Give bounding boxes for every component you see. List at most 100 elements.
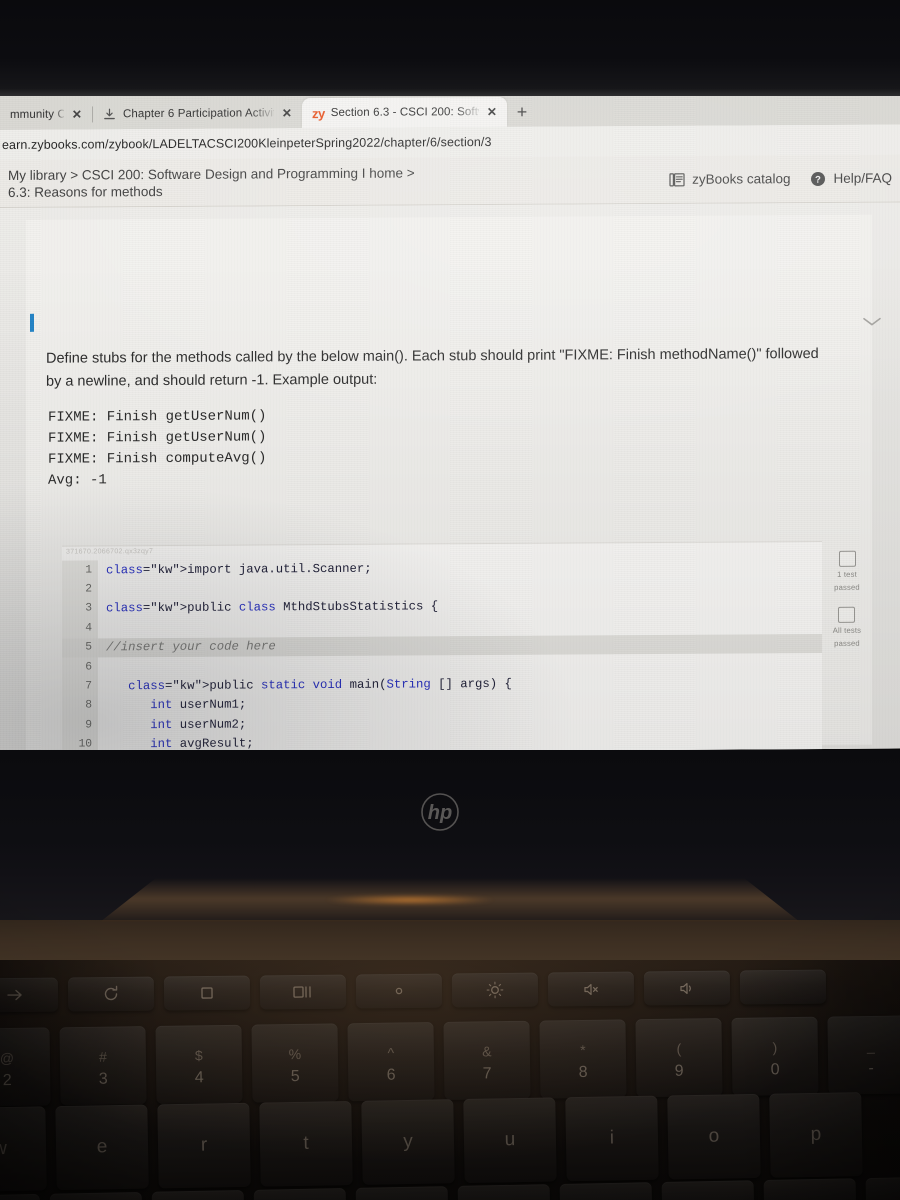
section-accent-bar [30,313,34,332]
key-2[interactable]: @2 [0,1027,51,1107]
browser-tab-1[interactable]: mmunity Col ✕ [0,99,92,130]
key-label: y [403,1130,413,1153]
key-partial[interactable] [49,1191,143,1200]
key-refresh[interactable] [67,976,155,1012]
key-label: r [200,1134,208,1156]
tab-title: mmunity Col [10,108,64,121]
key-partial[interactable] [0,1193,41,1200]
key-mute[interactable] [547,971,635,1007]
code-text: class="kw">public class MthdStubsStatist… [106,599,439,616]
key-u[interactable]: u [463,1097,557,1184]
key-label: 7 [482,1065,492,1083]
key-5[interactable]: % 5 [251,1023,339,1103]
browser-tab-2[interactable]: Chapter 6 Participation Activities ✕ [92,98,302,129]
key-6[interactable]: ^ 6 [347,1022,435,1102]
test-status-label: passed [834,582,860,592]
code-text: class="kw">public static void main(Strin… [128,676,512,694]
key-partial[interactable] [661,1180,755,1200]
key-partial[interactable] [253,1188,347,1200]
key-brightness-down[interactable] [355,973,443,1009]
key-o[interactable]: o [667,1093,761,1180]
key-partial[interactable] [355,1186,449,1200]
code-editor[interactable]: 371670.2066702.qx3zqy7 1 class="kw">impor… [62,540,822,755]
key-forward-arrow[interactable] [0,977,59,1013]
key-label: t [303,1132,309,1154]
key-y[interactable]: y [361,1099,455,1185]
volume-icon [678,980,696,995]
hinge-light-reflection [325,895,495,905]
new-tab-button[interactable]: + [507,97,537,127]
key-label: p [810,1123,822,1145]
catalog-label: zyBooks catalog [692,171,791,187]
key-3[interactable]: #3 [59,1026,147,1106]
key-window-split[interactable] [259,974,347,1010]
zybooks-catalog-link[interactable]: zyBooks catalog [669,171,790,188]
mute-icon [582,981,600,996]
test-status-item[interactable]: 1 test passed [834,550,860,593]
key-volume[interactable] [643,970,731,1006]
key-r[interactable]: r [157,1102,251,1189]
key-brightness-up[interactable] [451,972,539,1008]
chevron-down-icon[interactable] [860,315,884,329]
key-shift-label: # [98,1048,107,1065]
key-9[interactable]: (9 [635,1018,723,1098]
code-text: //insert your code here [106,639,276,655]
keyboard-qwerty-row: w e r t y uio p [0,1092,863,1192]
key-partial[interactable] [559,1182,653,1200]
key-shift-label: ^ [387,1044,395,1061]
line-number: 4 [85,622,92,635]
key--[interactable]: _ - [827,1015,900,1095]
tab-close-icon[interactable]: ✕ [280,105,294,121]
svg-text:hp: hp [428,802,452,824]
catalog-icon [669,171,685,187]
key-shift-label: @ [0,1049,15,1067]
key-4[interactable]: $4 [155,1024,243,1104]
zybooks-app-header: My library > CSCI 200: Software Design a… [0,154,900,208]
url-text: earn.zybooks.com/zybook/LADELTACSCI200Kl… [2,134,492,152]
code-text: int userNum1; [150,697,247,713]
line-number: 10 [78,738,92,751]
key-blank-key[interactable] [739,969,827,1005]
key-e[interactable]: e [55,1104,149,1191]
key-partial[interactable] [763,1178,857,1200]
key-7[interactable]: & 7 [443,1020,531,1100]
key-p[interactable]: p [769,1092,863,1178]
help-faq-link[interactable]: ? Help/FAQ [810,170,892,186]
code-text: int userNum2; [150,717,247,732]
test-status-item[interactable]: All tests passed [833,606,861,649]
key-fullscreen[interactable] [163,975,251,1011]
brightness-down-icon [391,983,407,999]
test-checkbox-icon [838,606,856,623]
activity-prompt: Define stubs for the methods called by t… [46,345,819,390]
tab-close-icon[interactable]: ✕ [70,106,84,122]
key-w[interactable]: w [0,1106,47,1192]
key-label: w [0,1138,8,1160]
key-label: 6 [386,1066,396,1084]
line-number: 1 [85,564,92,577]
zy-icon: zy [312,105,325,121]
key-partial[interactable] [457,1184,551,1200]
key-shift-label: ( [676,1040,682,1057]
laptop-photo: mmunity Col ✕ Chapter 6 Participation Ac… [0,0,900,1200]
line-number: 6 [85,661,92,674]
zybooks-page-body: Define stubs for the methods called by t… [0,202,900,755]
key-8[interactable]: * 8 [539,1019,627,1099]
key-0[interactable]: ) 0 [731,1016,819,1096]
key-partial[interactable] [151,1190,245,1200]
line-number: 2 [85,583,92,596]
help-question-icon: ? [810,170,826,186]
keyboard-function-row [0,969,827,1013]
browser-tab-3-active[interactable]: zy Section 6.3 - CSCI 200: Software ✕ [302,96,507,129]
code-text: int avgResult; [150,736,254,752]
key-shift-label: * [580,1041,586,1059]
key-partial[interactable] [865,1176,900,1200]
tab-close-icon[interactable]: ✕ [485,104,499,120]
code-lines[interactable]: 1 class="kw">import java.util.Scanner; 2 3 c… [62,556,822,754]
key-i[interactable]: i [565,1095,659,1182]
key-shift-label: & [482,1043,492,1060]
header-actions: zyBooks catalog ? Help/FAQ [669,170,892,187]
key-t[interactable]: t [259,1100,353,1187]
